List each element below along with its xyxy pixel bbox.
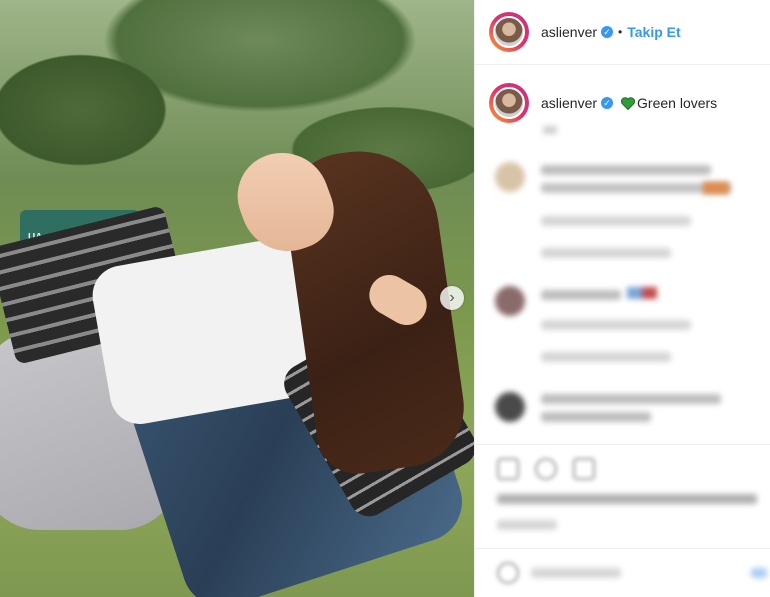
- post-date-blurred: [497, 520, 557, 530]
- caption-timestamp-blurred: [543, 126, 557, 134]
- caption-text: Green lovers: [637, 95, 718, 111]
- emoji-icon[interactable]: [497, 562, 519, 584]
- avatar[interactable]: [489, 12, 529, 52]
- green-heart-icon: [621, 96, 636, 110]
- caption-avatar[interactable]: [489, 83, 529, 123]
- verified-badge-icon: ✓: [601, 26, 614, 38]
- next-photo-button[interactable]: ›: [440, 286, 464, 310]
- like-icon[interactable]: [497, 458, 519, 480]
- caption-username-link[interactable]: aslienver: [541, 95, 597, 111]
- comment-meta-blurred: [541, 320, 691, 330]
- chevron-right-icon: ›: [449, 289, 455, 306]
- share-icon[interactable]: [573, 458, 595, 480]
- comment-emoji-blurred: [627, 287, 657, 299]
- comment-text-blurred: [541, 394, 721, 422]
- post-comment-button-blurred[interactable]: [751, 568, 767, 578]
- comment-replies-blurred: [541, 248, 671, 258]
- post-side-panel: aslienver ✓ • Takip Et aslienver ✓ Green…: [474, 0, 770, 597]
- separator-dot: •: [618, 25, 623, 39]
- caption-row: aslienver ✓ Green lovers: [475, 65, 770, 123]
- comment-avatar[interactable]: [495, 162, 525, 192]
- comment-text-blurred: [541, 165, 731, 193]
- add-comment-input-blurred[interactable]: [531, 568, 621, 578]
- comment-meta-blurred: [541, 216, 691, 226]
- username-link[interactable]: aslienver: [541, 24, 597, 40]
- likes-text-blurred: [497, 494, 757, 504]
- comment-box-divider: [475, 548, 770, 549]
- comment-text-blurred: [541, 290, 621, 300]
- comment-avatar[interactable]: [495, 286, 525, 316]
- comment-emoji-blurred: [703, 182, 729, 194]
- actions-divider: [475, 444, 770, 445]
- comment-icon[interactable]: [535, 458, 557, 480]
- comment-avatar[interactable]: [495, 392, 525, 422]
- post-header: aslienver ✓ • Takip Et: [475, 0, 770, 65]
- verified-badge-icon: ✓: [601, 97, 614, 109]
- follow-button[interactable]: Takip Et: [627, 24, 680, 40]
- post-photo[interactable]: UA: [0, 0, 474, 597]
- comment-replies-blurred: [541, 352, 671, 362]
